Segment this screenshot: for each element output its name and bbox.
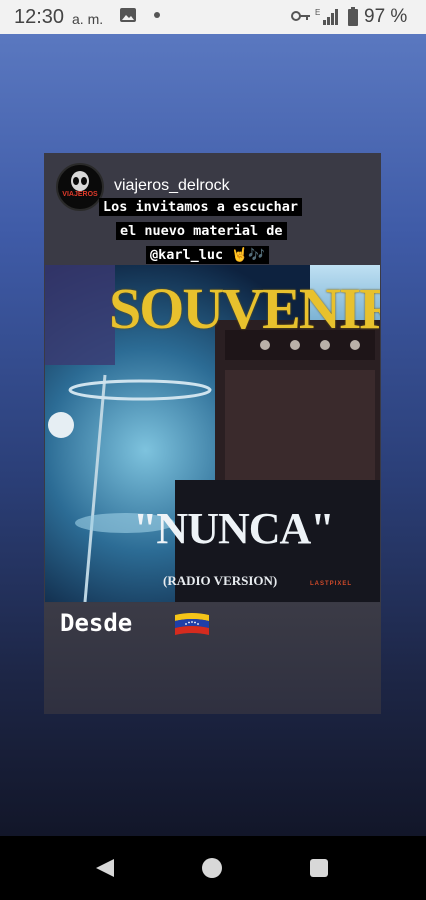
home-icon[interactable] <box>202 858 222 878</box>
shared-story-card[interactable]: VIAJEROS viajeros_delrock Los invitamos … <box>44 153 381 714</box>
username[interactable]: viajeros_delrock <box>114 177 230 195</box>
status-time: 12:30 <box>14 6 65 28</box>
signal-icon: E <box>315 8 338 25</box>
song-version: (RADIO VERSION) <box>163 573 278 588</box>
album-title: SOUVENIR <box>109 276 380 341</box>
status-bar: 12:30 a. m. E 97 % <box>0 0 426 34</box>
vpn-key-icon <box>291 11 310 21</box>
album-artwork[interactable]: SOUVENIR "NUNCA" (RADIO VERSION) LASTPIX… <box>45 265 380 602</box>
avatar[interactable]: VIAJEROS <box>56 163 104 211</box>
label-logo: LASTPIXEL <box>310 581 353 587</box>
song-title: "NUNCA" <box>133 504 335 553</box>
venezuela-flag-icon <box>175 613 209 635</box>
avatar-label: VIAJEROS <box>62 191 98 198</box>
back-icon[interactable] <box>94 857 116 879</box>
battery-icon <box>348 7 358 26</box>
story-viewer[interactable]: VIAJEROS viajeros_delrock Los invitamos … <box>0 34 426 836</box>
status-ampm: a. m. <box>72 11 104 27</box>
battery-percent: 97 % <box>364 6 408 27</box>
notification-dot-icon <box>154 12 160 18</box>
svg-text:E: E <box>315 8 320 17</box>
recents-icon[interactable] <box>310 859 328 877</box>
alien-logo-icon <box>58 165 102 209</box>
navigation-bar <box>0 836 426 900</box>
caption-line-3[interactable]: @karl_luc 🤘🎶 <box>146 246 269 264</box>
caption-line-2: el nuevo material de <box>116 222 287 240</box>
footer-text: Desde <box>60 609 133 637</box>
caption-line-1: Los invitamos a escuchar <box>99 198 303 216</box>
gallery-icon <box>120 8 136 22</box>
